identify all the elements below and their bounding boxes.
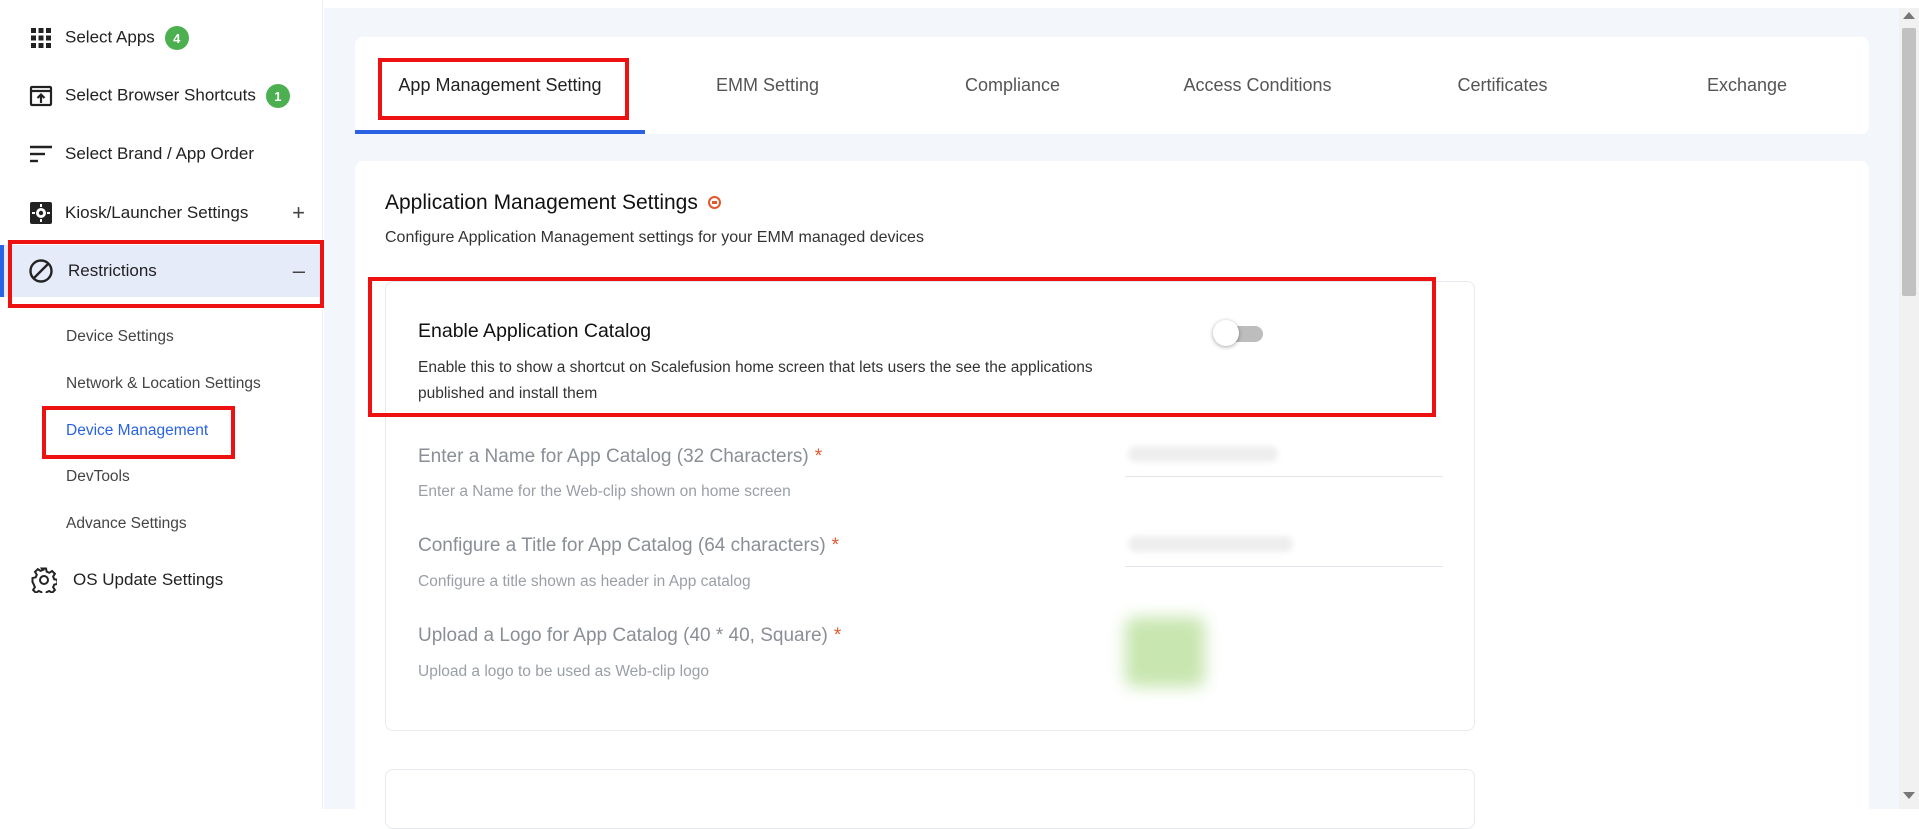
sidebar-item-label: Kiosk/Launcher Settings (65, 203, 249, 222)
next-settings-card (385, 769, 1475, 829)
section-title: Application Management Settings (385, 191, 698, 214)
prohibited-icon (28, 258, 54, 284)
count-badge: 4 (164, 26, 189, 50)
catalog-logo-help: Upload a logo to be used as Web-clip log… (418, 663, 709, 680)
gear-icon (31, 567, 57, 593)
enable-catalog-toggle[interactable] (1213, 320, 1271, 346)
sidebar: Select Apps 4 Select Browser Shortcuts 1 S… (0, 0, 324, 809)
sidebar-item-select-apps[interactable]: Select Apps 4 (0, 12, 323, 64)
scroll-up-arrow-icon[interactable] (1903, 12, 1915, 19)
app-window: Select Apps 4 Select Browser Shortcuts 1 S… (0, 0, 1919, 829)
catalog-logo-label: Upload a Logo for App Catalog (40 * 40, … (418, 625, 828, 646)
sidebar-item-label: Select Apps (65, 27, 155, 47)
grid-apps-icon (28, 25, 54, 51)
tab-access-conditions[interactable]: Access Conditions (1135, 37, 1380, 134)
catalog-title-label: Configure a Title for App Catalog (64 ch… (418, 535, 826, 556)
catalog-title-help: Configure a title shown as header in App… (418, 573, 751, 590)
browser-shortcut-icon (28, 83, 54, 109)
sidebar-item-kiosk-launcher[interactable]: Kiosk/Launcher Settings + (0, 187, 323, 239)
required-mark: * (833, 625, 842, 646)
tab-emm-setting[interactable]: EMM Setting (645, 37, 890, 134)
scrollbar-thumb[interactable] (1902, 28, 1916, 296)
section-subtitle: Configure Application Management setting… (385, 229, 924, 246)
sidebar-item-restrictions[interactable]: Restrictions – (0, 245, 323, 297)
subnav-device-management[interactable]: Device Management (66, 422, 208, 440)
collapse-minus-icon[interactable]: – (293, 258, 305, 284)
info-icon[interactable] (707, 195, 721, 209)
catalog-option-description: Enable this to show a shortcut on Scalef… (418, 359, 1093, 402)
catalog-option-title: Enable Application Catalog (418, 320, 652, 342)
tab-compliance[interactable]: Compliance (890, 37, 1135, 134)
tab-app-management-setting[interactable]: App Management Setting (355, 37, 645, 134)
scroll-down-arrow-icon[interactable] (1903, 792, 1915, 799)
active-tab-indicator (355, 130, 645, 134)
required-mark: * (814, 446, 823, 467)
kiosk-icon (28, 200, 54, 226)
subnav-devtools[interactable]: DevTools (66, 468, 130, 486)
logo-upload-preview[interactable] (1125, 617, 1205, 687)
toggle-knob (1213, 320, 1239, 346)
sidebar-item-label: OS Update Settings (73, 570, 224, 589)
expand-plus-icon[interactable]: + (292, 200, 305, 226)
catalog-name-label: Enter a Name for App Catalog (32 Charact… (418, 446, 809, 467)
required-mark: * (831, 535, 840, 556)
sidebar-item-brand-app-order[interactable]: Select Brand / App Order (0, 128, 323, 180)
sort-lines-icon (28, 141, 54, 167)
sidebar-item-label: Select Browser Shortcuts (65, 85, 256, 105)
blurred-input-value (1128, 536, 1293, 552)
sidebar-item-os-update[interactable]: OS Update Settings (0, 554, 323, 606)
sidebar-item-label: Restrictions (68, 261, 157, 280)
count-badge: 1 (265, 84, 290, 108)
subnav-advance-settings[interactable]: Advance Settings (66, 515, 187, 533)
sidebar-item-browser-shortcuts[interactable]: Select Browser Shortcuts 1 (0, 70, 323, 122)
tab-exchange[interactable]: Exchange (1625, 37, 1869, 134)
tab-certificates[interactable]: Certificates (1380, 37, 1625, 134)
subnav-device-settings[interactable]: Device Settings (66, 328, 174, 346)
subnav-network-location-settings[interactable]: Network & Location Settings (66, 375, 261, 393)
catalog-name-help: Enter a Name for the Web-clip shown on h… (418, 483, 791, 500)
sidebar-item-label: Select Brand / App Order (65, 144, 254, 163)
blurred-input-value (1128, 446, 1278, 462)
